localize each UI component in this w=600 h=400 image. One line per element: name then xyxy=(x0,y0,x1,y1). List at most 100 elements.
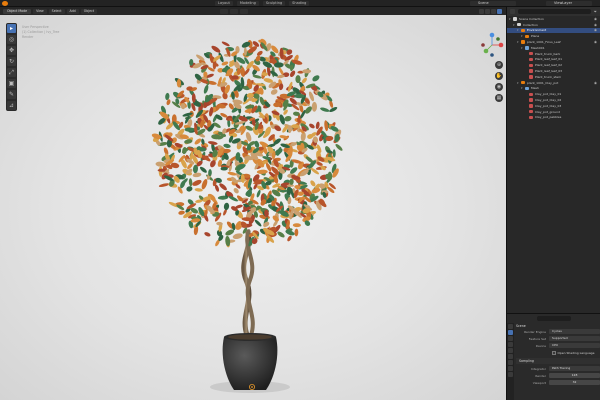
leaf xyxy=(270,89,278,95)
navigation-gizmo[interactable] xyxy=(479,32,505,58)
feature-set-label: Feature Set xyxy=(528,336,546,341)
blender-logo-icon[interactable] xyxy=(2,0,8,6)
outliner-row-label: Plant_leaf_leaf_02 xyxy=(535,63,563,68)
leaf xyxy=(201,179,208,190)
device-dropdown[interactable]: CPU xyxy=(549,343,600,349)
outliner-tree: ▾ Scene Collection ◉ ▾ Collection ◉ ▾ Environme… xyxy=(507,16,600,120)
viewport-samples-label: Viewport xyxy=(532,380,546,385)
material-tab-icon[interactable] xyxy=(508,372,513,377)
leaf xyxy=(245,125,254,131)
menu-view[interactable]: View xyxy=(33,8,47,14)
transform-controls xyxy=(220,8,248,14)
pan-hand-icon[interactable]: ✋ xyxy=(495,72,503,80)
object-tab-icon[interactable] xyxy=(508,360,513,365)
outliner-row-label: plant_1001_Clay_pot xyxy=(527,80,559,85)
outliner-display-mode-icon[interactable] xyxy=(510,9,515,14)
3d-viewport[interactable]: User Perspective (1) Collection | Ivy_Tr… xyxy=(0,15,506,400)
measure-tool-icon[interactable]: ⊿ xyxy=(7,101,16,110)
outliner-row-label: Clay_pot_ground xyxy=(535,109,561,114)
render-samples-field[interactable]: 128 xyxy=(549,373,600,379)
material-shading-button[interactable] xyxy=(491,8,496,14)
properties-search-input[interactable] xyxy=(537,316,571,321)
outliner-row-label: Collection xyxy=(523,22,538,27)
visibility-eye-icon[interactable]: ◉ xyxy=(594,81,597,85)
viewport-samples-field[interactable]: 32 xyxy=(549,380,600,386)
world-tab-icon[interactable] xyxy=(508,354,513,359)
rotate-tool-icon[interactable]: ↻ xyxy=(7,57,16,66)
visibility-eye-icon[interactable]: ◉ xyxy=(594,23,597,27)
leaf xyxy=(293,93,305,99)
feature-set-dropdown[interactable]: Supported xyxy=(549,336,600,342)
osl-checkbox[interactable] xyxy=(552,351,556,355)
outliner-item-icon xyxy=(521,80,525,85)
zoom-icon[interactable]: ⊕ xyxy=(495,61,503,69)
viewport-samples-row: Viewport 32 xyxy=(516,380,600,386)
workspace-tab[interactable]: Shading xyxy=(289,0,310,6)
view-layer-tab-icon[interactable] xyxy=(508,342,513,347)
menu-select[interactable]: Select xyxy=(48,8,65,14)
workspace-tab[interactable]: Modeling xyxy=(236,0,259,6)
device-row: Device CPU xyxy=(516,343,600,349)
outliner-item-icon xyxy=(521,28,525,33)
osl-checkbox-row[interactable]: Open Shading Language xyxy=(516,350,600,356)
clay-pot xyxy=(222,333,278,390)
rendered-shading-button[interactable] xyxy=(497,8,502,14)
scene-selector[interactable]: Scene xyxy=(470,0,516,6)
outliner-panel: ⏷ ▾ Scene Collection ◉ ▾ Collection ◉ ▾ Environ… xyxy=(506,7,600,313)
cursor-tool-icon[interactable]: ◎ xyxy=(7,35,16,44)
outliner-item-icon xyxy=(521,40,525,44)
leaf xyxy=(223,202,230,211)
modifier-tab-icon[interactable] xyxy=(508,366,513,371)
mode-selector[interactable]: Object Mode xyxy=(3,8,32,14)
top-bar: Layout Modeling Sculpting Shading Scene … xyxy=(0,0,600,7)
transform-tool-icon[interactable]: ▣ xyxy=(7,79,16,88)
leaf xyxy=(221,41,230,47)
move-tool-icon[interactable]: ✥ xyxy=(7,46,16,55)
integrator-dropdown[interactable]: Path Tracing xyxy=(549,366,600,372)
leaf xyxy=(231,222,236,231)
leaf xyxy=(219,183,227,191)
visibility-eye-icon[interactable]: ◉ xyxy=(594,17,597,21)
tool-tab-icon[interactable] xyxy=(508,324,513,329)
render-tab-icon[interactable] xyxy=(508,330,513,335)
outliner-row-label: Clay_pot_pebbles xyxy=(535,115,562,120)
outliner-search-input[interactable] xyxy=(518,9,591,14)
scene-tab-icon[interactable] xyxy=(508,348,513,353)
sampling-section-header[interactable]: Sampling xyxy=(516,357,600,364)
snap-toggle[interactable] xyxy=(240,8,248,14)
pivot-dropdown[interactable] xyxy=(230,8,238,14)
visibility-eye-icon[interactable]: ◉ xyxy=(594,40,597,44)
leaf xyxy=(188,178,193,187)
view-layer-selector[interactable]: ViewLayer xyxy=(546,0,592,6)
annotate-tool-icon[interactable]: ✎ xyxy=(7,90,16,99)
outliner-row-label: Plant_trunk_stem xyxy=(535,74,562,79)
select-box-tool-icon[interactable]: ▸ xyxy=(7,24,16,33)
scale-tool-icon[interactable]: ⤢ xyxy=(7,68,16,77)
outliner-row-label: Clay_pot_Clay_01 xyxy=(535,92,562,97)
ortho-toggle-icon[interactable]: ▦ xyxy=(495,94,503,102)
leaf xyxy=(204,232,211,237)
viewport-info: User Perspective (1) Collection | Ivy_Tr… xyxy=(22,25,59,40)
render-engine-label: Render Engine xyxy=(524,329,546,334)
leaf xyxy=(194,138,202,145)
camera-view-icon[interactable]: ◉ xyxy=(495,83,503,91)
leaf xyxy=(335,144,343,151)
visibility-eye-icon[interactable]: ◉ xyxy=(594,28,597,32)
transform-orientation-dropdown[interactable] xyxy=(220,8,228,14)
filter-icon[interactable]: ⏷ xyxy=(594,9,597,14)
workspace-tab[interactable]: Sculpting xyxy=(262,0,286,6)
outliner-item-icon xyxy=(525,46,529,50)
outliner-row-label: Plant_leaf_leaf_01 xyxy=(535,57,563,62)
menu-add[interactable]: Add xyxy=(66,8,79,14)
render-engine-dropdown[interactable]: Cycles xyxy=(549,329,600,335)
wireframe-shading-button[interactable] xyxy=(479,8,484,14)
solid-shading-button[interactable] xyxy=(485,8,490,14)
workspace-tab[interactable]: Layout xyxy=(215,0,233,6)
render-samples-label: Render xyxy=(535,373,546,378)
output-tab-icon[interactable] xyxy=(508,336,513,341)
leaf xyxy=(309,123,315,129)
menu-object[interactable]: Object xyxy=(80,8,98,14)
outliner-row[interactable]: Clay_pot_pebbles xyxy=(507,115,600,121)
outliner-header: ⏷ xyxy=(507,7,600,16)
render-engine-row: Render Engine Cycles xyxy=(516,329,600,335)
